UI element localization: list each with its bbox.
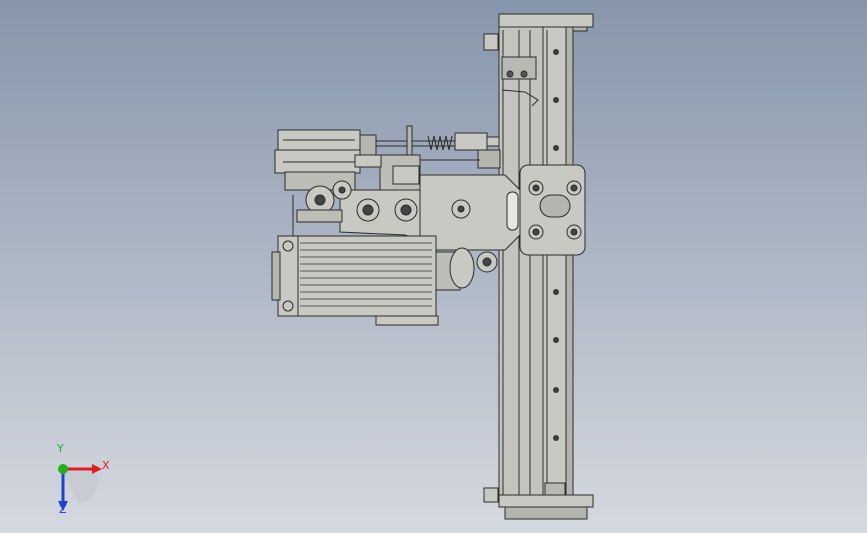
- view-orientation-triad: X Y Z: [50, 443, 120, 516]
- rail-outer-profile[interactable]: [498, 26, 544, 496]
- linear-rail[interactable]: [483, 13, 594, 520]
- linkage-clamp: [392, 165, 420, 185]
- rail-bottom-plate: [504, 506, 588, 520]
- rail-bottom-cap[interactable]: [498, 494, 594, 508]
- rail-carriage[interactable]: [519, 164, 586, 256]
- rail-top-cap[interactable]: [498, 13, 594, 28]
- y-axis-dot: [58, 464, 68, 474]
- shaft-end: [486, 136, 500, 147]
- carriage-slot: [539, 194, 571, 218]
- motor-end-cap: [271, 251, 281, 301]
- mount-plate-slot: [506, 191, 519, 231]
- motor-body[interactable]: [295, 235, 437, 317]
- motor-shaft-boss: [449, 247, 475, 289]
- pulley-base: [296, 209, 343, 223]
- graphics-viewport[interactable]: X Y Z: [0, 0, 867, 533]
- linkage-bracket: [477, 149, 501, 169]
- z-axis-label: Z: [59, 503, 67, 516]
- motor-mount-foot[interactable]: [375, 315, 439, 326]
- left-bracket[interactable]: [339, 189, 421, 241]
- rail-top-stop[interactable]: [483, 33, 499, 51]
- cad-assembly-model[interactable]: [0, 0, 867, 533]
- rail-bottom-stop[interactable]: [483, 487, 499, 503]
- shaft-coupler[interactable]: [454, 132, 488, 151]
- rail-bottom-block: [544, 482, 566, 496]
- compression-spring: [427, 135, 453, 151]
- x-axis-label: X: [102, 459, 110, 472]
- rail-edge-strip: [565, 26, 574, 496]
- y-axis-label: Y: [57, 442, 64, 455]
